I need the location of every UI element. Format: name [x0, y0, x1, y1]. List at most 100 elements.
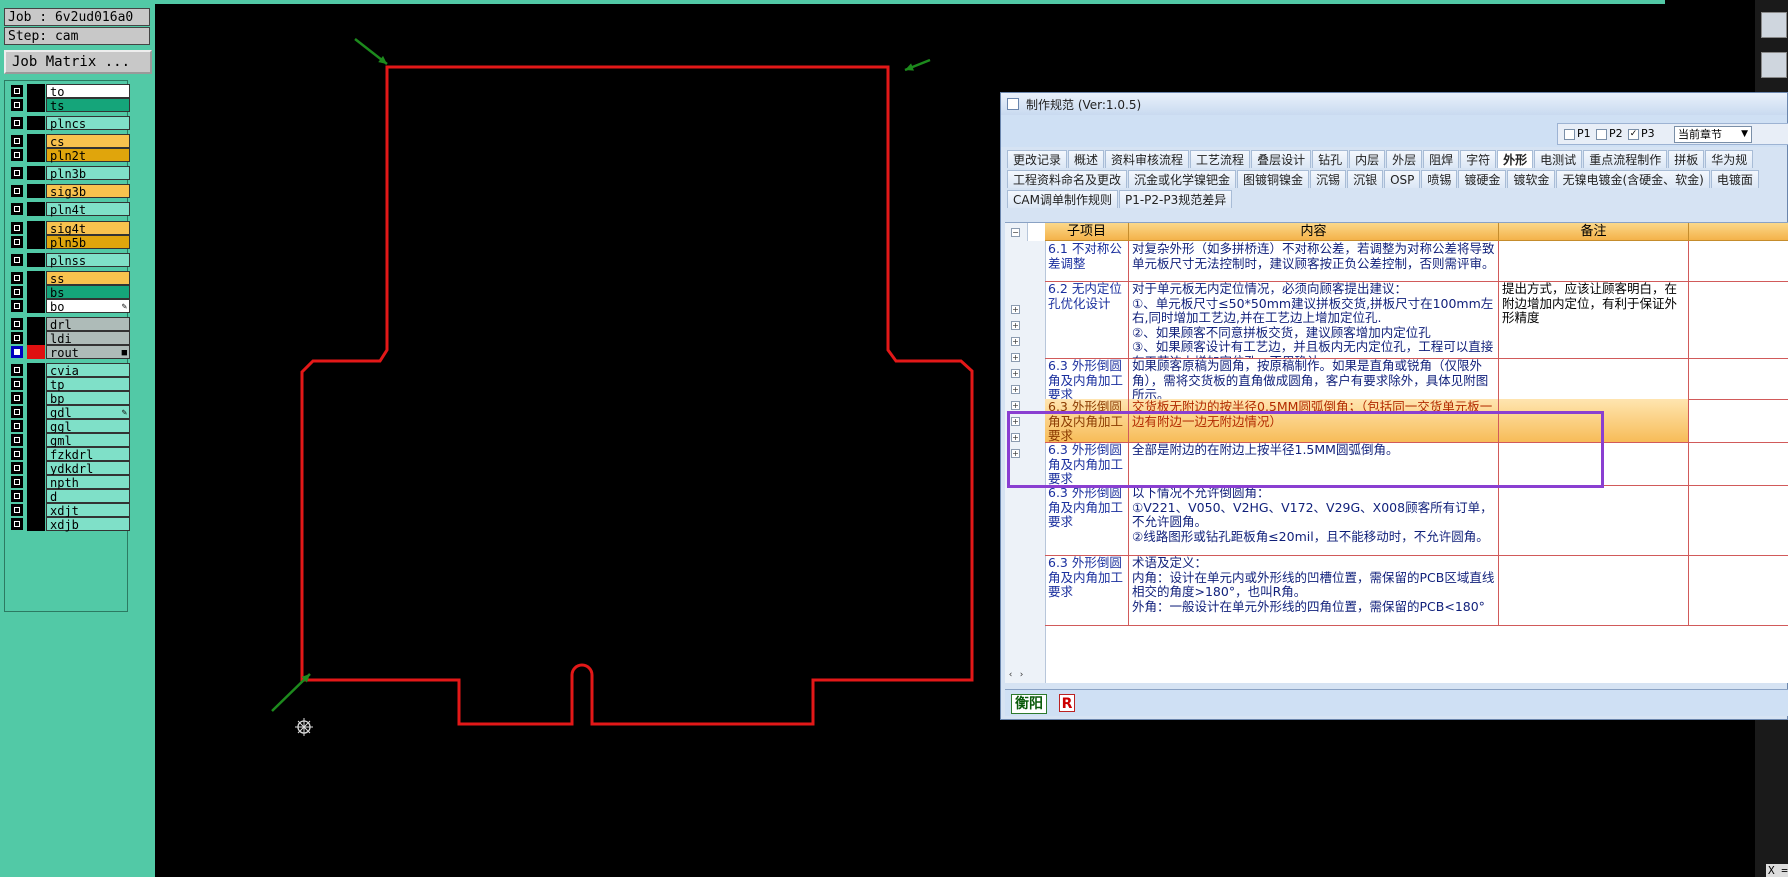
tab[interactable]: 字符: [1460, 150, 1497, 168]
layer-checkbox[interactable]: [11, 185, 23, 197]
layer-color-swatch[interactable]: [27, 299, 45, 313]
tab[interactable]: 工艺流程: [1190, 150, 1251, 168]
layer-color-swatch[interactable]: [27, 184, 45, 198]
layer-row-fzkdrl[interactable]: fzkdrl: [8, 447, 130, 462]
layer-name[interactable]: xdjb: [46, 517, 130, 532]
layer-name[interactable]: ydkdrl: [46, 461, 130, 476]
layer-color-swatch[interactable]: [27, 134, 45, 148]
layer-checkbox[interactable]: [11, 85, 23, 97]
layer-name[interactable]: to: [46, 84, 130, 99]
cell-content[interactable]: 以下情况不允许倒圆角： ①V221、V050、V2HG、V172、V29G、X0…: [1129, 485, 1499, 555]
layer-row-gml[interactable]: gml: [8, 433, 130, 448]
layer-row-pln5b[interactable]: pln5b: [8, 235, 130, 250]
tab[interactable]: OSP: [1384, 170, 1421, 188]
layer-row-bp[interactable]: bp: [8, 391, 130, 406]
layer-name[interactable]: cvia: [46, 363, 130, 378]
layer-checkbox[interactable]: [11, 203, 23, 215]
window-toggle-icon[interactable]: [1761, 12, 1787, 38]
layer-color-swatch[interactable]: [27, 475, 45, 489]
cell-sub[interactable]: 6.3 外形倒圆角及内角加工要求: [1045, 485, 1129, 555]
layer-checkbox[interactable]: [11, 117, 23, 129]
column-header[interactable]: 内容: [1129, 223, 1499, 241]
cell-note[interactable]: [1499, 485, 1689, 555]
layer-checkbox[interactable]: [11, 272, 23, 284]
expand-node-icon[interactable]: +: [1011, 401, 1020, 410]
tab[interactable]: 电镀面: [1710, 170, 1759, 188]
tab[interactable]: 钻孔: [1312, 150, 1349, 168]
layer-color-swatch[interactable]: [27, 461, 45, 475]
cell-note[interactable]: 提出方式，应该让顾客明白，在附边增加内定位，有利于保证外形精度: [1499, 281, 1689, 358]
scroll-left-icon[interactable]: ‹: [1005, 670, 1016, 682]
layer-checkbox[interactable]: [11, 286, 23, 298]
cell-note[interactable]: [1499, 241, 1689, 281]
layer-row-cvia[interactable]: cvia: [8, 363, 130, 378]
layer-color-swatch[interactable]: [27, 377, 45, 391]
tab[interactable]: P1-P2-P3规范差异: [1118, 190, 1233, 208]
layer-row-pln4t[interactable]: pln4t: [8, 202, 130, 217]
cell-content[interactable]: 如果顾客原稿为圆角，按原稿制作。如果是直角或锐角（仅限外角），需将交货板的直角做…: [1129, 358, 1499, 399]
layer-row-to[interactable]: to: [8, 84, 130, 99]
layer-row-npth[interactable]: npth: [8, 475, 130, 490]
table-row[interactable]: 6.1 不对称公差调整 对复杂外形（如多拼桥连）不对称公差，若调整为对称公差将导致…: [1045, 241, 1788, 282]
layer-name[interactable]: pln5b: [46, 235, 130, 250]
tab[interactable]: 阻焊: [1423, 150, 1460, 168]
layer-checkbox[interactable]: [11, 300, 23, 312]
cell-content[interactable]: 对于单元板无内定位情况，必须向顾客提出建议： ①、单元板尺寸≤50*50mm建议…: [1129, 281, 1499, 358]
layer-color-swatch[interactable]: [27, 235, 45, 249]
layer-name[interactable]: pln3b: [46, 166, 130, 181]
table-row[interactable]: 6.3 外形倒圆角及内角加工要求 术语及定义： 内角：设计在单元内或外形线的凹槽位…: [1045, 555, 1788, 626]
layer-checkbox[interactable]: [11, 364, 23, 376]
layer-name[interactable]: plnss: [46, 253, 130, 268]
phase-checkbox-p3[interactable]: ✓: [1628, 129, 1639, 140]
expand-node-icon[interactable]: +: [1011, 305, 1020, 314]
layer-checkbox[interactable]: [11, 346, 23, 358]
layer-color-swatch[interactable]: [27, 98, 45, 112]
cell-sub[interactable]: 6.3 外形倒圆角及内角加工要求: [1045, 555, 1129, 625]
tab[interactable]: 沉锡: [1310, 170, 1347, 188]
tab[interactable]: 镀硬金: [1458, 170, 1507, 188]
tab[interactable]: 外形: [1497, 150, 1534, 168]
layer-color-swatch[interactable]: [27, 116, 45, 130]
layer-row-plncs[interactable]: plncs: [8, 116, 130, 131]
layer-checkbox[interactable]: [11, 392, 23, 404]
layer-checkbox[interactable]: [11, 318, 23, 330]
layer-color-swatch[interactable]: [27, 489, 45, 503]
layer-row-ts[interactable]: ts: [8, 98, 130, 113]
tab[interactable]: 外层: [1386, 150, 1423, 168]
tab[interactable]: 工程资料命名及更改: [1007, 170, 1128, 188]
layer-name[interactable]: plncs: [46, 116, 130, 131]
tab[interactable]: 无镍电镀金(含硬金、软金): [1556, 170, 1710, 188]
column-header[interactable]: 备注: [1499, 223, 1689, 241]
layer-color-swatch[interactable]: [27, 148, 45, 162]
layer-color-swatch[interactable]: [27, 317, 45, 331]
layer-checkbox[interactable]: [11, 448, 23, 460]
tab[interactable]: 图镀铜镍金: [1237, 170, 1310, 188]
tab[interactable]: 沉金或化学镍钯金: [1128, 170, 1237, 188]
layer-row-pln3b[interactable]: pln3b: [8, 166, 130, 181]
layer-name[interactable]: tp: [46, 377, 130, 392]
layer-checkbox[interactable]: [11, 420, 23, 432]
tab[interactable]: 资料审核流程: [1105, 150, 1190, 168]
layer-checkbox[interactable]: [11, 462, 23, 474]
tab[interactable]: 沉银: [1347, 170, 1384, 188]
layer-row-ggl[interactable]: ggl: [8, 419, 130, 434]
tab[interactable]: 叠层设计: [1251, 150, 1312, 168]
layer-row-xdjt[interactable]: xdjt: [8, 503, 130, 518]
spec-titlebar[interactable]: 制作规范 (Ver:1.0.5): [1001, 93, 1787, 116]
tab[interactable]: 华为规: [1705, 150, 1754, 168]
layer-name[interactable]: ldi: [46, 331, 130, 346]
layer-row-gdl[interactable]: gdl ✎: [8, 405, 130, 420]
panel-toggle-icon[interactable]: [1761, 52, 1787, 78]
layer-row-bo[interactable]: bo ✎: [8, 299, 130, 314]
layer-checkbox[interactable]: [11, 378, 23, 390]
layer-checkbox[interactable]: [11, 504, 23, 516]
layer-color-swatch[interactable]: [27, 221, 45, 235]
layer-checkbox[interactable]: [11, 518, 23, 530]
cell-note[interactable]: [1499, 358, 1689, 399]
layer-name[interactable]: fzkdrl: [46, 447, 130, 462]
layer-name[interactable]: rout ■: [46, 345, 130, 360]
layer-checkbox[interactable]: [11, 149, 23, 161]
tab[interactable]: 喷锡: [1421, 170, 1458, 188]
layer-name[interactable]: cs: [46, 134, 130, 149]
expand-node-icon[interactable]: +: [1011, 369, 1020, 378]
